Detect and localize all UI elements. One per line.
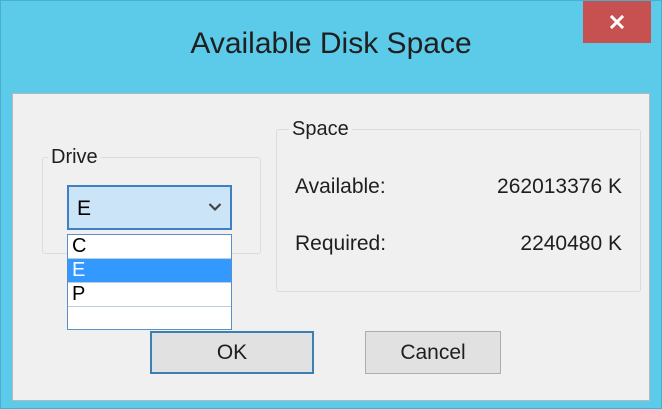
drive-option-e[interactable]: E xyxy=(68,259,231,283)
space-group-label: Space xyxy=(289,117,352,141)
drive-select-value: E xyxy=(77,197,92,220)
ok-button[interactable]: OK xyxy=(150,331,314,374)
drive-option-p[interactable]: P xyxy=(68,283,231,307)
available-value: 262013376 K xyxy=(497,175,622,198)
drive-select[interactable]: E xyxy=(67,185,232,230)
drive-group-label: Drive xyxy=(48,145,101,169)
space-groupbox: Space Available: 262013376 K Required: 2… xyxy=(276,117,641,292)
close-icon xyxy=(609,14,625,30)
available-label: Available: xyxy=(295,175,386,198)
window-title: Available Disk Space xyxy=(190,27,472,60)
cancel-button[interactable]: Cancel xyxy=(365,331,501,374)
close-button[interactable] xyxy=(583,1,651,43)
dialog-client-area: Drive Space Available: 262013376 K Requi… xyxy=(12,93,650,401)
chevron-down-icon[interactable] xyxy=(208,202,222,212)
title-bar[interactable]: Available Disk Space xyxy=(1,1,661,93)
required-label: Required: xyxy=(295,232,387,255)
dialog-window: Available Disk Space Drive Space Availab… xyxy=(0,0,662,409)
drive-dropdown-list: C E P xyxy=(67,234,232,330)
drive-option-c[interactable]: C xyxy=(68,235,231,259)
required-value: 2240480 K xyxy=(520,232,622,255)
